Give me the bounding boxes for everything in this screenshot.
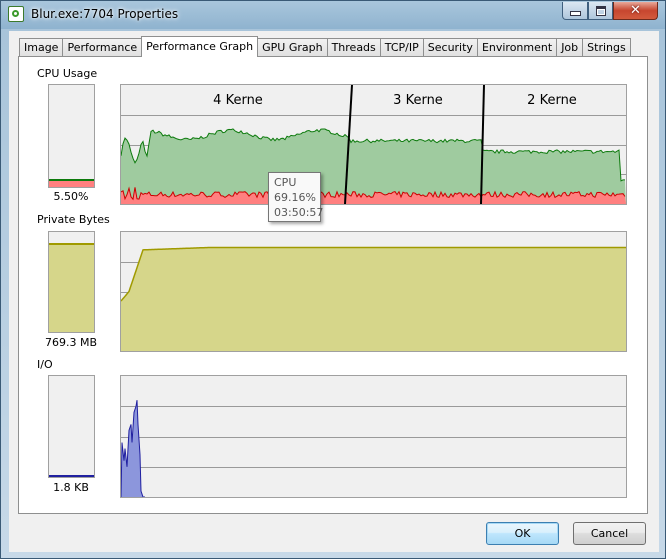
private-bytes-graph[interactable] <box>120 231 627 352</box>
window-title: Blur.exe:7704 Properties <box>31 7 179 21</box>
title-bar[interactable]: Blur.exe:7704 Properties ✕ <box>1 1 665 29</box>
tooltip-time: 03:50:57 <box>274 206 324 219</box>
cpu-value: 5.50% <box>53 190 89 203</box>
tab-threads[interactable]: Threads <box>326 38 381 56</box>
private-bytes-area <box>121 247 626 351</box>
tab-image[interactable]: Image <box>19 38 64 56</box>
tab-gpu-graph[interactable]: GPU Graph <box>257 38 328 56</box>
cpu-usage-label: CPU Usage <box>37 67 98 80</box>
tooltip-value: 69.16% <box>274 191 316 204</box>
cpu-annotation-label: 3 Kerne <box>393 93 443 108</box>
close-button[interactable]: ✕ <box>613 2 658 20</box>
tab-performance[interactable]: Performance <box>62 38 143 56</box>
io-meter <box>48 375 95 478</box>
cpu-total-area <box>121 128 626 204</box>
tab-security[interactable]: Security <box>422 38 478 56</box>
cpu-annotation-label: 4 Kerne <box>213 93 263 108</box>
app-icon[interactable] <box>8 6 24 22</box>
cpu-graph[interactable]: 4 Kerne 3 Kerne 2 Kerne <box>120 84 627 205</box>
io-value: 1.8 KB <box>53 481 89 494</box>
close-icon: ✕ <box>630 3 641 18</box>
tab-environment[interactable]: Environment <box>476 38 558 56</box>
io-meter-fill <box>49 475 94 477</box>
performance-graph-panel: CPU Usage 5.50% 4 Kerne 3 Kerne 2 Kerne CP… <box>18 56 648 514</box>
private-bytes-meter <box>48 231 95 333</box>
dialog-client: Image Performance Performance Graph GPU … <box>9 31 659 552</box>
private-bytes-meter-fill <box>49 243 94 332</box>
tab-performance-graph[interactable]: Performance Graph <box>141 36 259 57</box>
tab-strings[interactable]: Strings <box>582 38 631 56</box>
io-graph-plot <box>121 400 626 497</box>
tooltip-title: CPU <box>274 176 297 189</box>
properties-window: Blur.exe:7704 Properties ✕ Image Perform… <box>0 0 666 559</box>
maximize-icon <box>595 5 606 16</box>
minimize-button[interactable] <box>562 2 588 20</box>
minimize-icon <box>569 11 581 16</box>
io-graph[interactable] <box>120 375 627 498</box>
cpu-annotation-label: 2 Kerne <box>527 93 577 108</box>
cancel-button[interactable]: Cancel <box>573 522 646 545</box>
cpu-graph-plot: 4 Kerne 3 Kerne 2 Kerne <box>121 85 626 204</box>
private-bytes-label: Private Bytes <box>37 213 110 226</box>
ok-button[interactable]: OK <box>486 522 559 545</box>
cpu-tooltip: CPU 69.16% 03:50:57 <box>268 172 324 222</box>
io-label: I/O <box>37 358 53 371</box>
private-bytes-graph-plot <box>121 246 626 351</box>
tab-job[interactable]: Job <box>556 38 584 56</box>
tab-tcp-ip[interactable]: TCP/IP <box>379 38 424 56</box>
private-bytes-value: 769.3 MB <box>44 336 98 349</box>
tab-strip: Image Performance Performance Graph GPU … <box>19 36 631 57</box>
cpu-meter <box>48 84 95 188</box>
maximize-button[interactable] <box>588 2 613 20</box>
cpu-meter-fill <box>49 179 94 187</box>
